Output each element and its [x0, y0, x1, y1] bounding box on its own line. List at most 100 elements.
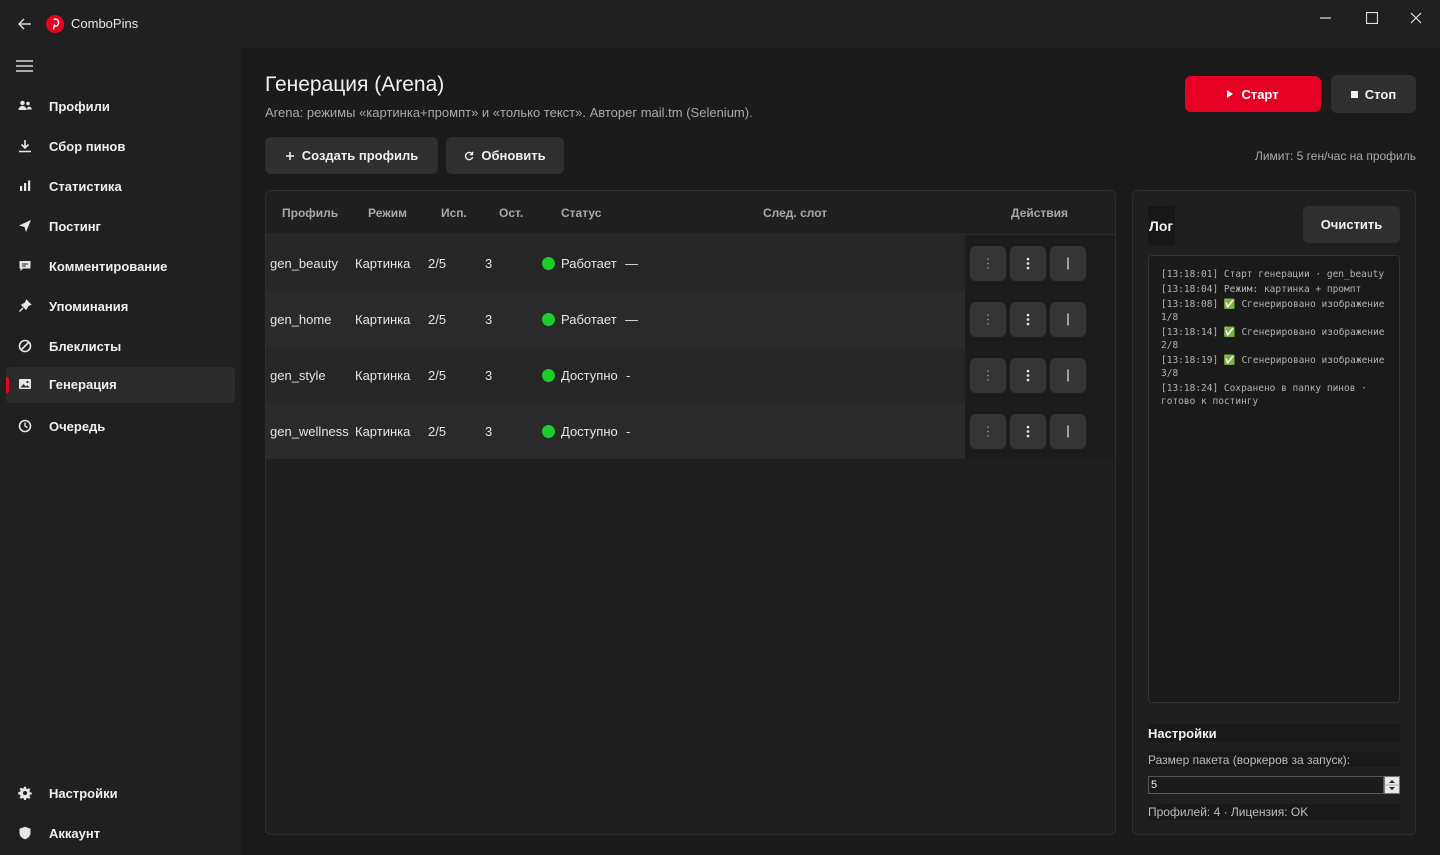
download-icon: [19, 140, 31, 153]
minimize-icon: [1320, 17, 1331, 19]
gear-icon: [18, 786, 32, 800]
hamburger-icon: [16, 60, 33, 72]
more-vertical-icon: [1026, 369, 1030, 382]
column-header-next-slot: След. слот: [763, 206, 828, 220]
table-row[interactable]: gen_beauty Картинка 2/5 3 Работает —: [266, 235, 1115, 291]
sidebar-item-blacklists[interactable]: Блеклисты: [6, 329, 235, 365]
cell-mode: Картинка: [355, 256, 411, 271]
cell-profile: gen_wellness: [270, 424, 349, 439]
cell-status: Работает: [561, 256, 617, 271]
sidebar-item-label: Настройки: [49, 786, 118, 801]
pin-icon: [19, 299, 32, 312]
settings-title: Настройки: [1148, 726, 1217, 741]
sidebar-item-label: Генерация: [49, 377, 117, 392]
row-action-button[interactable]: [970, 414, 1006, 449]
cell-used: 2/5: [428, 368, 447, 383]
users-icon: [18, 100, 32, 110]
divider-bar-icon: [1067, 425, 1069, 438]
column-header-remaining: Ост.: [499, 206, 524, 220]
table-row[interactable]: gen_wellness Картинка 2/5 3 Доступно -: [266, 403, 1115, 459]
pinterest-logo-icon: [46, 15, 64, 33]
sidebar-item-queue[interactable]: Очередь: [6, 409, 235, 445]
cell-remaining: 3: [485, 256, 493, 271]
table-row[interactable]: gen_style Картинка 2/5 3 Доступно -: [266, 347, 1115, 403]
column-header-mode: Режим: [368, 206, 407, 220]
log-output[interactable]: [13:18:01] Старт генерации · gen_beauty […: [1148, 255, 1400, 703]
sidebar-item-account[interactable]: Аккаунт: [6, 816, 235, 852]
row-delete-button[interactable]: [1050, 246, 1086, 281]
sidebar-item-posting[interactable]: Постинг: [6, 209, 235, 245]
sidebar-item-label: Профили: [49, 99, 110, 114]
cell-used: 2/5: [428, 312, 447, 327]
column-header-actions: Действия: [1011, 206, 1069, 220]
page-title: Генерация (Arena): [265, 73, 445, 96]
column-header-profile: Профиль: [282, 206, 339, 220]
cell-status: Доступно: [561, 368, 618, 383]
batch-size-input[interactable]: [1148, 776, 1384, 794]
row-action-button[interactable]: [970, 246, 1006, 281]
status-dot-icon: [542, 425, 555, 438]
refresh-icon: [465, 151, 474, 160]
sidebar-item-statistics[interactable]: Статистика: [6, 169, 235, 205]
page-subtitle: Arena: режимы «картинка+промпт» и «тольк…: [265, 105, 753, 120]
row-menu-button[interactable]: [1010, 414, 1046, 449]
more-vertical-icon: [987, 370, 989, 381]
stop-button-label: Стоп: [1364, 86, 1397, 102]
back-button[interactable]: [14, 13, 36, 35]
row-action-button[interactable]: [970, 358, 1006, 393]
row-action-button[interactable]: [970, 302, 1006, 337]
spinner-arrows-icon: [1385, 780, 1399, 790]
log-line: [13:18:04] Режим: картинка + промпт: [1161, 284, 1362, 295]
log-line: [13:18:24] Сохранено в папку пинов · гот…: [1161, 383, 1367, 407]
row-delete-button[interactable]: [1050, 358, 1086, 393]
cell-remaining: 3: [485, 312, 493, 327]
sidebar-item-label: Аккаунт: [49, 826, 101, 841]
cell-next-slot: -: [626, 424, 631, 439]
sidebar-item-generation[interactable]: Генерация: [6, 367, 235, 403]
log-line: [13:18:01] Старт генерации · gen_beauty: [1161, 269, 1385, 280]
batch-size-spinner[interactable]: [1384, 776, 1400, 794]
divider-bar-icon: [1067, 257, 1069, 270]
row-delete-button[interactable]: [1050, 414, 1086, 449]
sidebar-item-commenting[interactable]: Комментирование: [6, 249, 235, 285]
row-menu-button[interactable]: [1010, 358, 1046, 393]
sidebar-item-mentions[interactable]: Упоминания: [6, 289, 235, 325]
maximize-button[interactable]: [1350, 4, 1394, 32]
create-profile-label: Создать профиль: [301, 148, 419, 163]
arrow-left-icon: [17, 18, 31, 30]
start-button[interactable]: Старт: [1185, 76, 1321, 112]
clock-icon: [18, 419, 32, 433]
log-line: [13:18:08] ✅ Сгенерировано изображение 1…: [1161, 299, 1385, 323]
sidebar-item-profiles[interactable]: Профили: [6, 89, 235, 125]
cell-next-slot: —: [625, 312, 638, 327]
log-title: Лог: [1149, 218, 1174, 234]
cell-remaining: 3: [485, 424, 493, 439]
cell-used: 2/5: [428, 424, 447, 439]
sidebar-item-label: Статистика: [49, 179, 122, 194]
shield-icon: [19, 826, 31, 840]
cell-next-slot: —: [625, 256, 638, 271]
row-delete-button[interactable]: [1050, 302, 1086, 337]
minimize-button[interactable]: [1304, 4, 1348, 32]
more-vertical-icon: [1026, 313, 1030, 326]
row-menu-button[interactable]: [1010, 246, 1046, 281]
cell-used: 2/5: [428, 256, 447, 271]
stop-button[interactable]: Стоп: [1331, 75, 1416, 113]
send-icon: [19, 220, 31, 232]
sidebar-item-settings[interactable]: Настройки: [6, 776, 235, 812]
sidebar-item-label: Комментирование: [49, 259, 168, 274]
sidebar-item-label: Сбор пинов: [49, 139, 126, 154]
menu-toggle-button[interactable]: [14, 56, 36, 76]
cell-profile: gen_home: [270, 312, 332, 327]
create-profile-button[interactable]: Создать профиль: [265, 137, 438, 174]
close-button[interactable]: [1394, 4, 1438, 32]
row-menu-button[interactable]: [1010, 302, 1046, 337]
refresh-button[interactable]: Обновить: [446, 137, 564, 174]
profiles-table: Профиль Режим Исп. Ост. Статус След. сло…: [265, 190, 1116, 835]
sidebar-item-pin-collection[interactable]: Сбор пинов: [6, 129, 235, 165]
cell-mode: Картинка: [355, 424, 411, 439]
clear-log-button[interactable]: Очистить: [1303, 206, 1400, 243]
close-icon: [1410, 12, 1422, 24]
refresh-label: Обновить: [481, 148, 546, 163]
table-row[interactable]: gen_home Картинка 2/5 3 Работает —: [266, 291, 1115, 347]
